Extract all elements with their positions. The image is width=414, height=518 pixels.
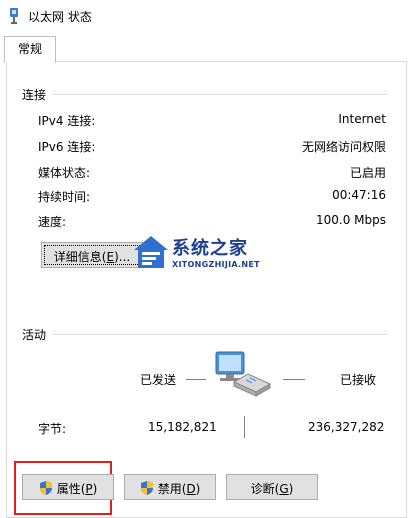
- details-button[interactable]: 详细信息(E)...: [41, 242, 143, 268]
- general-panel: [6, 61, 407, 518]
- details-button-label: 详细信息(: [53, 250, 107, 264]
- disable-button-mnemonic: D: [186, 482, 196, 496]
- tab-strip: 常规: [0, 36, 414, 63]
- diagnose-button-label: 诊断(: [250, 482, 280, 496]
- diagnose-button-suffix: ): [288, 482, 294, 496]
- connection-group-title: 连接: [22, 86, 47, 103]
- bytes-sent-value: 15,182,821: [148, 420, 217, 434]
- ipv6-value: 无网络访问权限: [301, 140, 386, 154]
- sent-dash: [186, 379, 206, 380]
- uac-shield-icon: [140, 481, 153, 495]
- disable-button-label: 禁用(: [157, 482, 187, 496]
- connection-group-line: [52, 94, 388, 95]
- network-computers-icon: [215, 351, 272, 397]
- watermark-url: XITONGZHIJIA.NET: [172, 260, 260, 269]
- activity-group-line: [52, 334, 388, 335]
- duration-value: 00:47:16: [332, 188, 386, 202]
- watermark-name: 系统之家: [172, 238, 248, 259]
- diagnose-button[interactable]: 诊断(G): [226, 474, 318, 500]
- received-dash: [283, 379, 305, 380]
- media-state-value: 已启用: [349, 166, 386, 180]
- ipv6-label: IPv6 连接:: [38, 140, 96, 154]
- properties-button-suffix: ): [92, 482, 98, 496]
- duration-label: 持续时间:: [38, 190, 91, 204]
- bytes-received-value: 236,327,282: [308, 420, 385, 434]
- media-state-label: 媒体状态:: [38, 166, 91, 180]
- properties-button-label: 属性(: [56, 482, 86, 496]
- sent-label: 已发送: [140, 373, 177, 387]
- disable-button-suffix: ): [195, 482, 201, 496]
- speed-label: 速度:: [38, 215, 67, 229]
- speed-value: 100.0 Mbps: [315, 213, 386, 227]
- bytes-label: 字节:: [38, 422, 67, 436]
- properties-button[interactable]: 属性(P): [22, 474, 114, 500]
- received-label: 已接收: [340, 373, 377, 387]
- window-title: 以太网 状态: [28, 10, 92, 24]
- details-button-mnemonic: E: [106, 250, 115, 264]
- properties-button-mnemonic: P: [85, 482, 93, 496]
- watermark-house-icon: [134, 236, 168, 268]
- watermark-logo: 系统之家 XITONGZHIJIA.NET: [132, 232, 282, 278]
- ipv4-label: IPv4 连接:: [38, 114, 96, 128]
- disable-button[interactable]: 禁用(D): [124, 474, 216, 500]
- network-adapter-icon: [10, 8, 18, 24]
- details-button-suffix: )...: [114, 250, 131, 264]
- ipv4-value: Internet: [338, 112, 386, 126]
- bytes-separator: [244, 416, 245, 438]
- tab-general[interactable]: 常规: [4, 36, 56, 63]
- uac-shield-icon: [39, 481, 52, 495]
- activity-group-title: 活动: [22, 326, 47, 343]
- title-bar: 以太网 状态: [0, 0, 414, 32]
- diagnose-button-mnemonic: G: [279, 482, 289, 496]
